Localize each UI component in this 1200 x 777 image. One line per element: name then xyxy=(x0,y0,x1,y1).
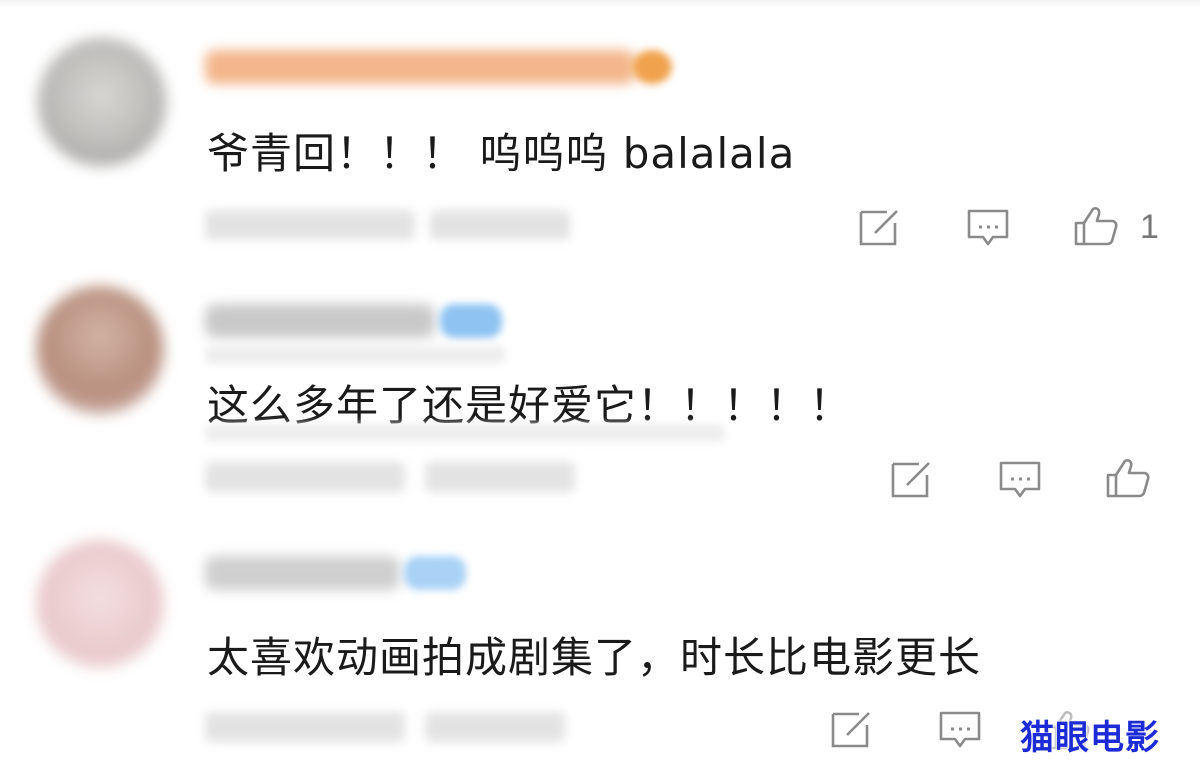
comment-item: 太喜欢动画拍成剧集了，时长比电影更长 xyxy=(0,0,1200,777)
comment-icon xyxy=(939,711,981,748)
reply-button[interactable] xyxy=(936,708,984,752)
timestamp xyxy=(205,712,405,742)
watermark: 猫眼电影 xyxy=(1020,718,1160,758)
comment-text: 太喜欢动画拍成剧集了，时长比电影更长 xyxy=(207,633,982,682)
edit-button[interactable] xyxy=(828,708,876,752)
avatar[interactable] xyxy=(36,540,164,668)
edit-icon xyxy=(831,712,870,748)
username[interactable] xyxy=(205,556,400,590)
location xyxy=(425,712,565,742)
user-badge xyxy=(404,556,466,590)
